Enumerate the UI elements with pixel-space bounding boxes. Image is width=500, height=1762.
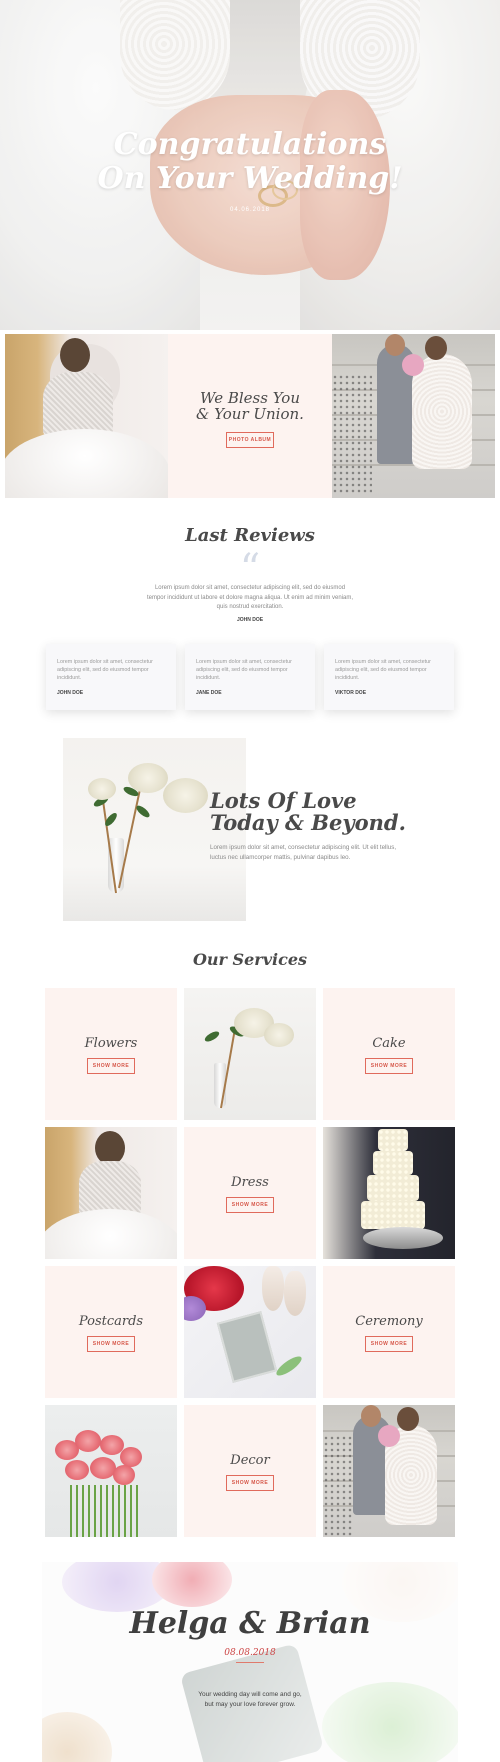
service-label: Dress <box>231 1175 269 1190</box>
flower-bloom <box>163 778 208 813</box>
flower-bloom <box>88 778 116 800</box>
love-title: Lots Of Love Today & Beyond. <box>210 790 406 834</box>
leaf <box>203 1029 221 1044</box>
show-more-button[interactable]: SHOW MORE <box>365 1058 413 1074</box>
confetti <box>332 374 372 494</box>
show-more-button[interactable]: SHOW MORE <box>87 1336 135 1352</box>
review-card: Lorem ipsum dolor sit amet, consectetur … <box>46 644 176 710</box>
bless-title: We Bless You & Your Union. <box>168 390 332 422</box>
review-text: Lorem ipsum dolor sit amet, consectetur … <box>196 659 292 681</box>
service-ceremony: Ceremony SHOW MORE <box>323 1266 455 1398</box>
bless-section: We Bless You & Your Union. PHOTO ALBUM <box>5 334 495 498</box>
dress-photo <box>45 1127 177 1259</box>
bride-hair <box>60 338 90 372</box>
bride-head <box>425 336 447 360</box>
bride-photo <box>5 334 168 498</box>
review-card: Lorem ipsum dolor sit amet, consectetur … <box>185 644 315 710</box>
hero-section: Congratulations On Your Wedding! 04.06.2… <box>0 0 500 330</box>
groom-head <box>361 1405 381 1427</box>
show-more-button[interactable]: SHOW MORE <box>226 1197 274 1213</box>
love-title-line2: Today & Beyond. <box>210 810 406 835</box>
bless-title-line1: We Bless You <box>200 389 300 407</box>
flowers-photo <box>184 988 316 1120</box>
bride-bodice <box>43 372 113 437</box>
cake-tier <box>367 1175 419 1201</box>
photo-album-button[interactable]: PHOTO ALBUM <box>226 432 274 448</box>
love-title-line1: Lots Of Love <box>210 788 357 813</box>
review-text: Lorem ipsum dolor sit amet, consectetur … <box>335 659 431 681</box>
cake-tier <box>373 1151 413 1175</box>
flower-stems <box>70 1485 140 1537</box>
cake-photo <box>323 1127 455 1259</box>
carnation <box>65 1460 89 1480</box>
main-review-text: Lorem ipsum dolor sit amet, consectetur … <box>146 585 354 610</box>
show-more-button[interactable]: SHOW MORE <box>226 1475 274 1491</box>
review-author: VIKTOR DOE <box>335 690 367 696</box>
service-label: Ceremony <box>355 1314 423 1329</box>
footer-text-line1: Your wedding day will come and go, <box>198 1691 302 1698</box>
cake-tier <box>361 1201 425 1229</box>
footer-section: Helga & Brian 08.08.2018 Your wedding da… <box>42 1562 458 1762</box>
flower-bloom <box>128 763 168 793</box>
carnation <box>113 1465 135 1485</box>
bride-head <box>397 1407 419 1431</box>
bride-bodice <box>79 1161 141 1216</box>
carnation <box>75 1430 101 1452</box>
bless-panel: We Bless You & Your Union. PHOTO ALBUM <box>168 334 332 498</box>
service-label: Flowers <box>84 1036 138 1051</box>
bouquet <box>402 354 424 376</box>
carnations-photo <box>45 1405 177 1537</box>
hero-title: Congratulations On Your Wedding! <box>0 128 500 196</box>
hero-date: 04.06.2018 <box>229 207 271 213</box>
reviews-title: Last Reviews <box>185 525 315 546</box>
review-author: JANE DOE <box>196 690 222 696</box>
review-card: Lorem ipsum dolor sit amet, consectetur … <box>324 644 454 710</box>
footer-text-line2: but may your love forever grow. <box>204 1701 296 1708</box>
invitation-card <box>216 1311 278 1383</box>
bridal-shoe <box>284 1271 306 1316</box>
quote-icon: “ <box>239 546 261 592</box>
bride-skirt <box>5 429 168 498</box>
groom-head <box>385 334 405 356</box>
service-decor: Decor SHOW MORE <box>184 1405 316 1537</box>
bless-title-line2: & Your Union. <box>196 405 304 423</box>
love-text: Lorem ipsum dolor sit amet, consectetur … <box>210 844 397 861</box>
bride-hair <box>95 1131 125 1165</box>
confetti <box>323 1435 353 1537</box>
couple-photo <box>323 1405 455 1537</box>
show-more-button[interactable]: SHOW MORE <box>365 1336 413 1352</box>
service-label: Cake <box>372 1036 406 1051</box>
main-review-author: JOHN DOE <box>236 617 264 623</box>
bridal-shoe <box>262 1266 284 1311</box>
service-label: Postcards <box>78 1314 144 1329</box>
flower-bloom <box>264 1023 294 1047</box>
leaf <box>273 1353 305 1379</box>
flower-stem <box>118 780 143 889</box>
service-dress: Dress SHOW MORE <box>184 1127 316 1259</box>
cake-stand <box>363 1227 443 1249</box>
service-postcards: Postcards SHOW MORE <box>45 1266 177 1398</box>
carnation <box>120 1447 142 1467</box>
show-more-button[interactable]: SHOW MORE <box>87 1058 135 1074</box>
review-author: JOHN DOE <box>57 690 84 696</box>
service-label: Decor <box>230 1453 270 1468</box>
bouquet <box>378 1425 400 1447</box>
postcards-photo <box>184 1266 316 1398</box>
divider <box>236 1662 264 1663</box>
couple-names: Helga & Brian <box>129 1606 371 1641</box>
lilac-flowers <box>184 1296 206 1321</box>
hero-title-line2: On Your Wedding! <box>97 161 403 196</box>
service-flowers: Flowers SHOW MORE <box>45 988 177 1120</box>
review-text: Lorem ipsum dolor sit amet, consectetur … <box>57 659 153 681</box>
hero-title-line1: Congratulations <box>113 127 387 162</box>
services-title: Our Services <box>192 950 308 969</box>
cake-tier <box>378 1129 408 1151</box>
couple-photo <box>332 334 495 498</box>
bride-skirt <box>45 1209 177 1259</box>
leaf <box>134 803 152 820</box>
wedding-date: 08.08.2018 <box>224 1648 276 1658</box>
service-cake: Cake SHOW MORE <box>323 988 455 1120</box>
footer-text: Your wedding day will come and go, but m… <box>42 1690 458 1710</box>
